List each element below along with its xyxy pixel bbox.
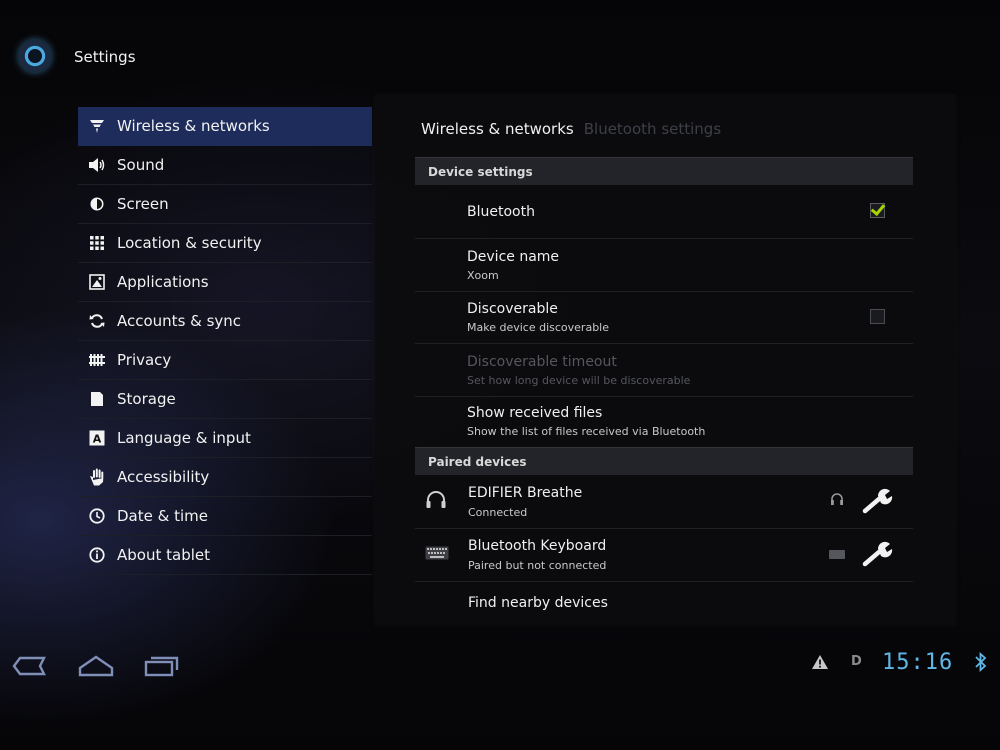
discoverable-timeout-row: Discoverable timeout Set how long device… bbox=[415, 344, 913, 397]
device-name-row[interactable]: Device name Xoom bbox=[415, 239, 913, 292]
settings-app-icon[interactable] bbox=[19, 40, 51, 72]
menu-label: Sound bbox=[117, 156, 165, 174]
privacy-icon bbox=[87, 350, 107, 370]
discoverable-checkbox[interactable] bbox=[870, 309, 885, 324]
show-received-files-summary: Show the list of files received via Blue… bbox=[467, 425, 706, 438]
bluetooth-status-icon bbox=[975, 651, 987, 676]
discoverable-row[interactable]: Discoverable Make device discoverable bbox=[415, 292, 913, 344]
device-name-title: Device name bbox=[467, 249, 560, 265]
sync-icon bbox=[87, 311, 107, 331]
action-bar: Settings bbox=[0, 28, 1000, 88]
speaker-icon bbox=[87, 155, 107, 175]
menu-item-privacy[interactable]: Privacy bbox=[78, 341, 372, 380]
menu-item-applications[interactable]: Applications bbox=[78, 263, 372, 302]
breadcrumb: Wireless & networks Bluetooth settings bbox=[421, 120, 721, 138]
menu-label: Date & time bbox=[117, 507, 208, 525]
device-status: Paired but not connected bbox=[468, 559, 607, 572]
keyboard-profile-icon bbox=[829, 547, 845, 563]
menu-label: Wireless & networks bbox=[117, 117, 270, 135]
hand-icon bbox=[87, 467, 107, 487]
paired-device-row[interactable]: EDIFIER Breathe Connected bbox=[415, 476, 913, 529]
device-settings-wrench-icon[interactable] bbox=[861, 540, 895, 568]
paired-devices-header: Paired devices bbox=[415, 447, 913, 475]
device-settings-wrench-icon[interactable] bbox=[861, 487, 895, 515]
device-name: EDIFIER Breathe bbox=[468, 485, 583, 501]
bluetooth-settings-panel: Wireless & networks Bluetooth settings De… bbox=[375, 95, 955, 625]
warning-icon[interactable] bbox=[811, 654, 829, 674]
menu-item-location-security[interactable]: Location & security bbox=[78, 224, 372, 263]
keyboard-icon bbox=[425, 544, 449, 566]
menu-label: Accounts & sync bbox=[117, 312, 242, 330]
menu-label: Language & input bbox=[117, 429, 251, 447]
menu-item-accessibility[interactable]: Accessibility bbox=[78, 458, 372, 497]
menu-label: Location & security bbox=[117, 234, 262, 252]
language-icon: A bbox=[87, 428, 107, 448]
menu-item-storage[interactable]: Storage bbox=[78, 380, 372, 419]
recent-apps-icon[interactable] bbox=[144, 654, 180, 678]
device-name: Bluetooth Keyboard bbox=[468, 538, 607, 554]
clock[interactable]: 15:16 bbox=[882, 650, 953, 675]
menu-item-accounts-sync[interactable]: Accounts & sync bbox=[78, 302, 372, 341]
svg-text:A: A bbox=[93, 433, 102, 446]
breadcrumb-bluetooth-settings: Bluetooth settings bbox=[583, 120, 722, 138]
device-settings-header: Device settings bbox=[415, 157, 913, 185]
settings-menu: Wireless & networks Sound Screen Locatio… bbox=[78, 107, 372, 575]
storage-icon bbox=[87, 389, 107, 409]
back-icon[interactable] bbox=[12, 654, 48, 678]
brightness-icon bbox=[87, 194, 107, 214]
breadcrumb-wireless-networks[interactable]: Wireless & networks bbox=[421, 120, 574, 138]
menu-label: Privacy bbox=[117, 351, 172, 369]
menu-item-about-tablet[interactable]: About tablet bbox=[78, 536, 372, 575]
device-name-value: Xoom bbox=[467, 269, 499, 282]
menu-item-date-time[interactable]: Date & time bbox=[78, 497, 372, 536]
menu-label: Accessibility bbox=[117, 468, 210, 486]
discoverable-summary: Make device discoverable bbox=[467, 321, 609, 334]
notification-d[interactable]: D bbox=[851, 654, 862, 669]
bluetooth-toggle-row[interactable]: Bluetooth bbox=[415, 186, 913, 239]
grid-icon bbox=[87, 233, 107, 253]
find-nearby-devices-row[interactable]: Find nearby devices bbox=[415, 582, 913, 625]
home-icon[interactable] bbox=[78, 654, 114, 678]
headphones-icon bbox=[425, 490, 447, 512]
find-nearby-devices-label: Find nearby devices bbox=[468, 595, 608, 611]
menu-label: Applications bbox=[117, 273, 209, 291]
menu-label: About tablet bbox=[117, 546, 210, 564]
wifi-icon bbox=[87, 116, 107, 136]
bluetooth-title: Bluetooth bbox=[467, 204, 535, 220]
app-title: Settings bbox=[74, 48, 136, 66]
menu-label: Screen bbox=[117, 195, 169, 213]
discoverable-title: Discoverable bbox=[467, 301, 558, 317]
bluetooth-checkbox[interactable] bbox=[870, 203, 885, 218]
device-status: Connected bbox=[468, 506, 528, 519]
apps-icon bbox=[87, 272, 107, 292]
menu-item-screen[interactable]: Screen bbox=[78, 185, 372, 224]
show-received-files-row[interactable]: Show received files Show the list of fil… bbox=[415, 397, 913, 446]
menu-label: Storage bbox=[117, 390, 176, 408]
show-received-files-title: Show received files bbox=[467, 405, 603, 421]
menu-item-wireless-networks[interactable]: Wireless & networks bbox=[78, 107, 372, 146]
menu-item-language-input[interactable]: A Language & input bbox=[78, 419, 372, 458]
menu-item-sound[interactable]: Sound bbox=[78, 146, 372, 185]
discoverable-timeout-title: Discoverable timeout bbox=[467, 354, 617, 370]
paired-device-row[interactable]: Bluetooth Keyboard Paired but not connec… bbox=[415, 529, 913, 582]
info-icon bbox=[87, 545, 107, 565]
headphones-profile-icon bbox=[829, 493, 845, 509]
system-bar: D 15:16 bbox=[0, 640, 1000, 690]
clock-icon bbox=[87, 506, 107, 526]
discoverable-timeout-summary: Set how long device will be discoverable bbox=[467, 374, 691, 387]
